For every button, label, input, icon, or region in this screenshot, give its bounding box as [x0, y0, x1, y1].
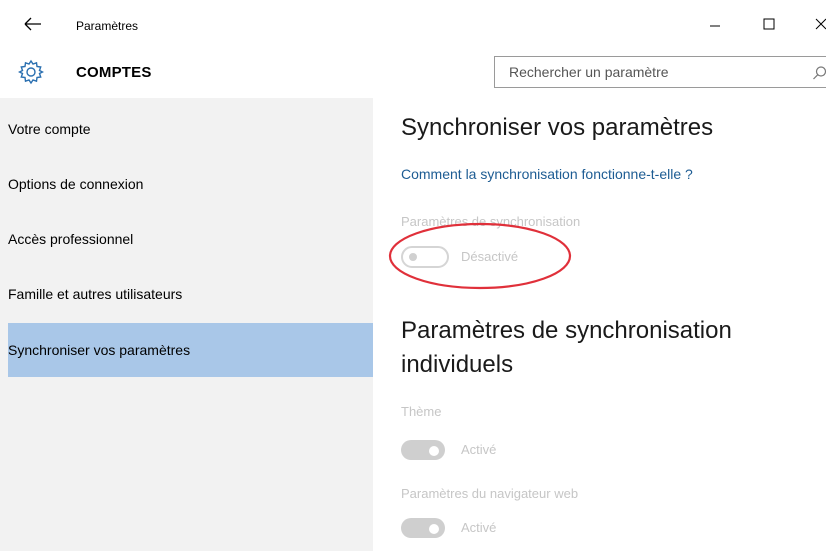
sync-settings-state: Désactivé: [461, 249, 519, 264]
sidebar-item-options-connexion[interactable]: Options de connexion: [8, 156, 373, 211]
browser-settings-state: Activé: [461, 520, 497, 535]
sidebar-item-label: Famille et autres utilisateurs: [8, 285, 183, 302]
individual-settings-title: Paramètres de synchronisation individuel…: [401, 317, 732, 378]
back-arrow-icon: [24, 17, 41, 31]
sidebar-item-votre-compte[interactable]: Votre compte: [8, 101, 373, 156]
theme-state: Activé: [461, 442, 497, 457]
maximize-button[interactable]: [754, 12, 784, 36]
sync-settings-label: Paramètres de synchronisation: [401, 214, 581, 229]
theme-toggle[interactable]: [401, 440, 445, 460]
page-header: COMPTES: [0, 46, 826, 98]
gear-icon: [17, 59, 45, 85]
search-input[interactable]: [495, 57, 795, 87]
sidebar-item-label: Accès professionnel: [8, 230, 134, 247]
toggle-knob: [429, 524, 439, 534]
sidebar-item-label: Votre compte: [8, 120, 91, 137]
theme-label: Thème: [401, 404, 442, 419]
toggle-knob: [409, 253, 417, 261]
title-bar: Paramètres: [0, 0, 826, 46]
search-box[interactable]: [494, 56, 826, 88]
settings-gear: [17, 59, 45, 85]
sidebar-item-label: Options de connexion: [8, 175, 144, 192]
browser-settings-label: Paramètres du navigateur web: [401, 486, 579, 501]
toggle-knob: [429, 446, 439, 456]
sidebar-item-acces-professionnel[interactable]: Accès professionnel: [8, 211, 373, 266]
close-icon: [815, 18, 826, 30]
main-content: Synchroniser vos paramètres Comment la s…: [373, 98, 826, 551]
back-button[interactable]: [22, 14, 44, 34]
sidebar: Votre compte Options de connexion Accès …: [0, 98, 373, 551]
search-icon[interactable]: [811, 64, 826, 82]
minimize-button[interactable]: [700, 12, 730, 36]
help-link[interactable]: Comment la synchronisation fonctionne-t-…: [401, 166, 693, 182]
sync-settings-toggle[interactable]: [401, 246, 449, 268]
sidebar-item-label: Synchroniser vos paramètres: [8, 342, 191, 358]
page-title: Synchroniser vos paramètres: [401, 114, 714, 141]
sidebar-item-synchroniser[interactable]: Synchroniser vos paramètres: [8, 323, 373, 377]
maximize-icon: [763, 18, 775, 30]
browser-settings-toggle[interactable]: [401, 518, 445, 538]
sidebar-item-famille[interactable]: Famille et autres utilisateurs: [8, 266, 373, 321]
close-button[interactable]: [806, 12, 826, 36]
window-title: Paramètres: [76, 19, 139, 33]
minimize-icon: [710, 25, 720, 27]
section-title: COMPTES: [76, 64, 152, 81]
